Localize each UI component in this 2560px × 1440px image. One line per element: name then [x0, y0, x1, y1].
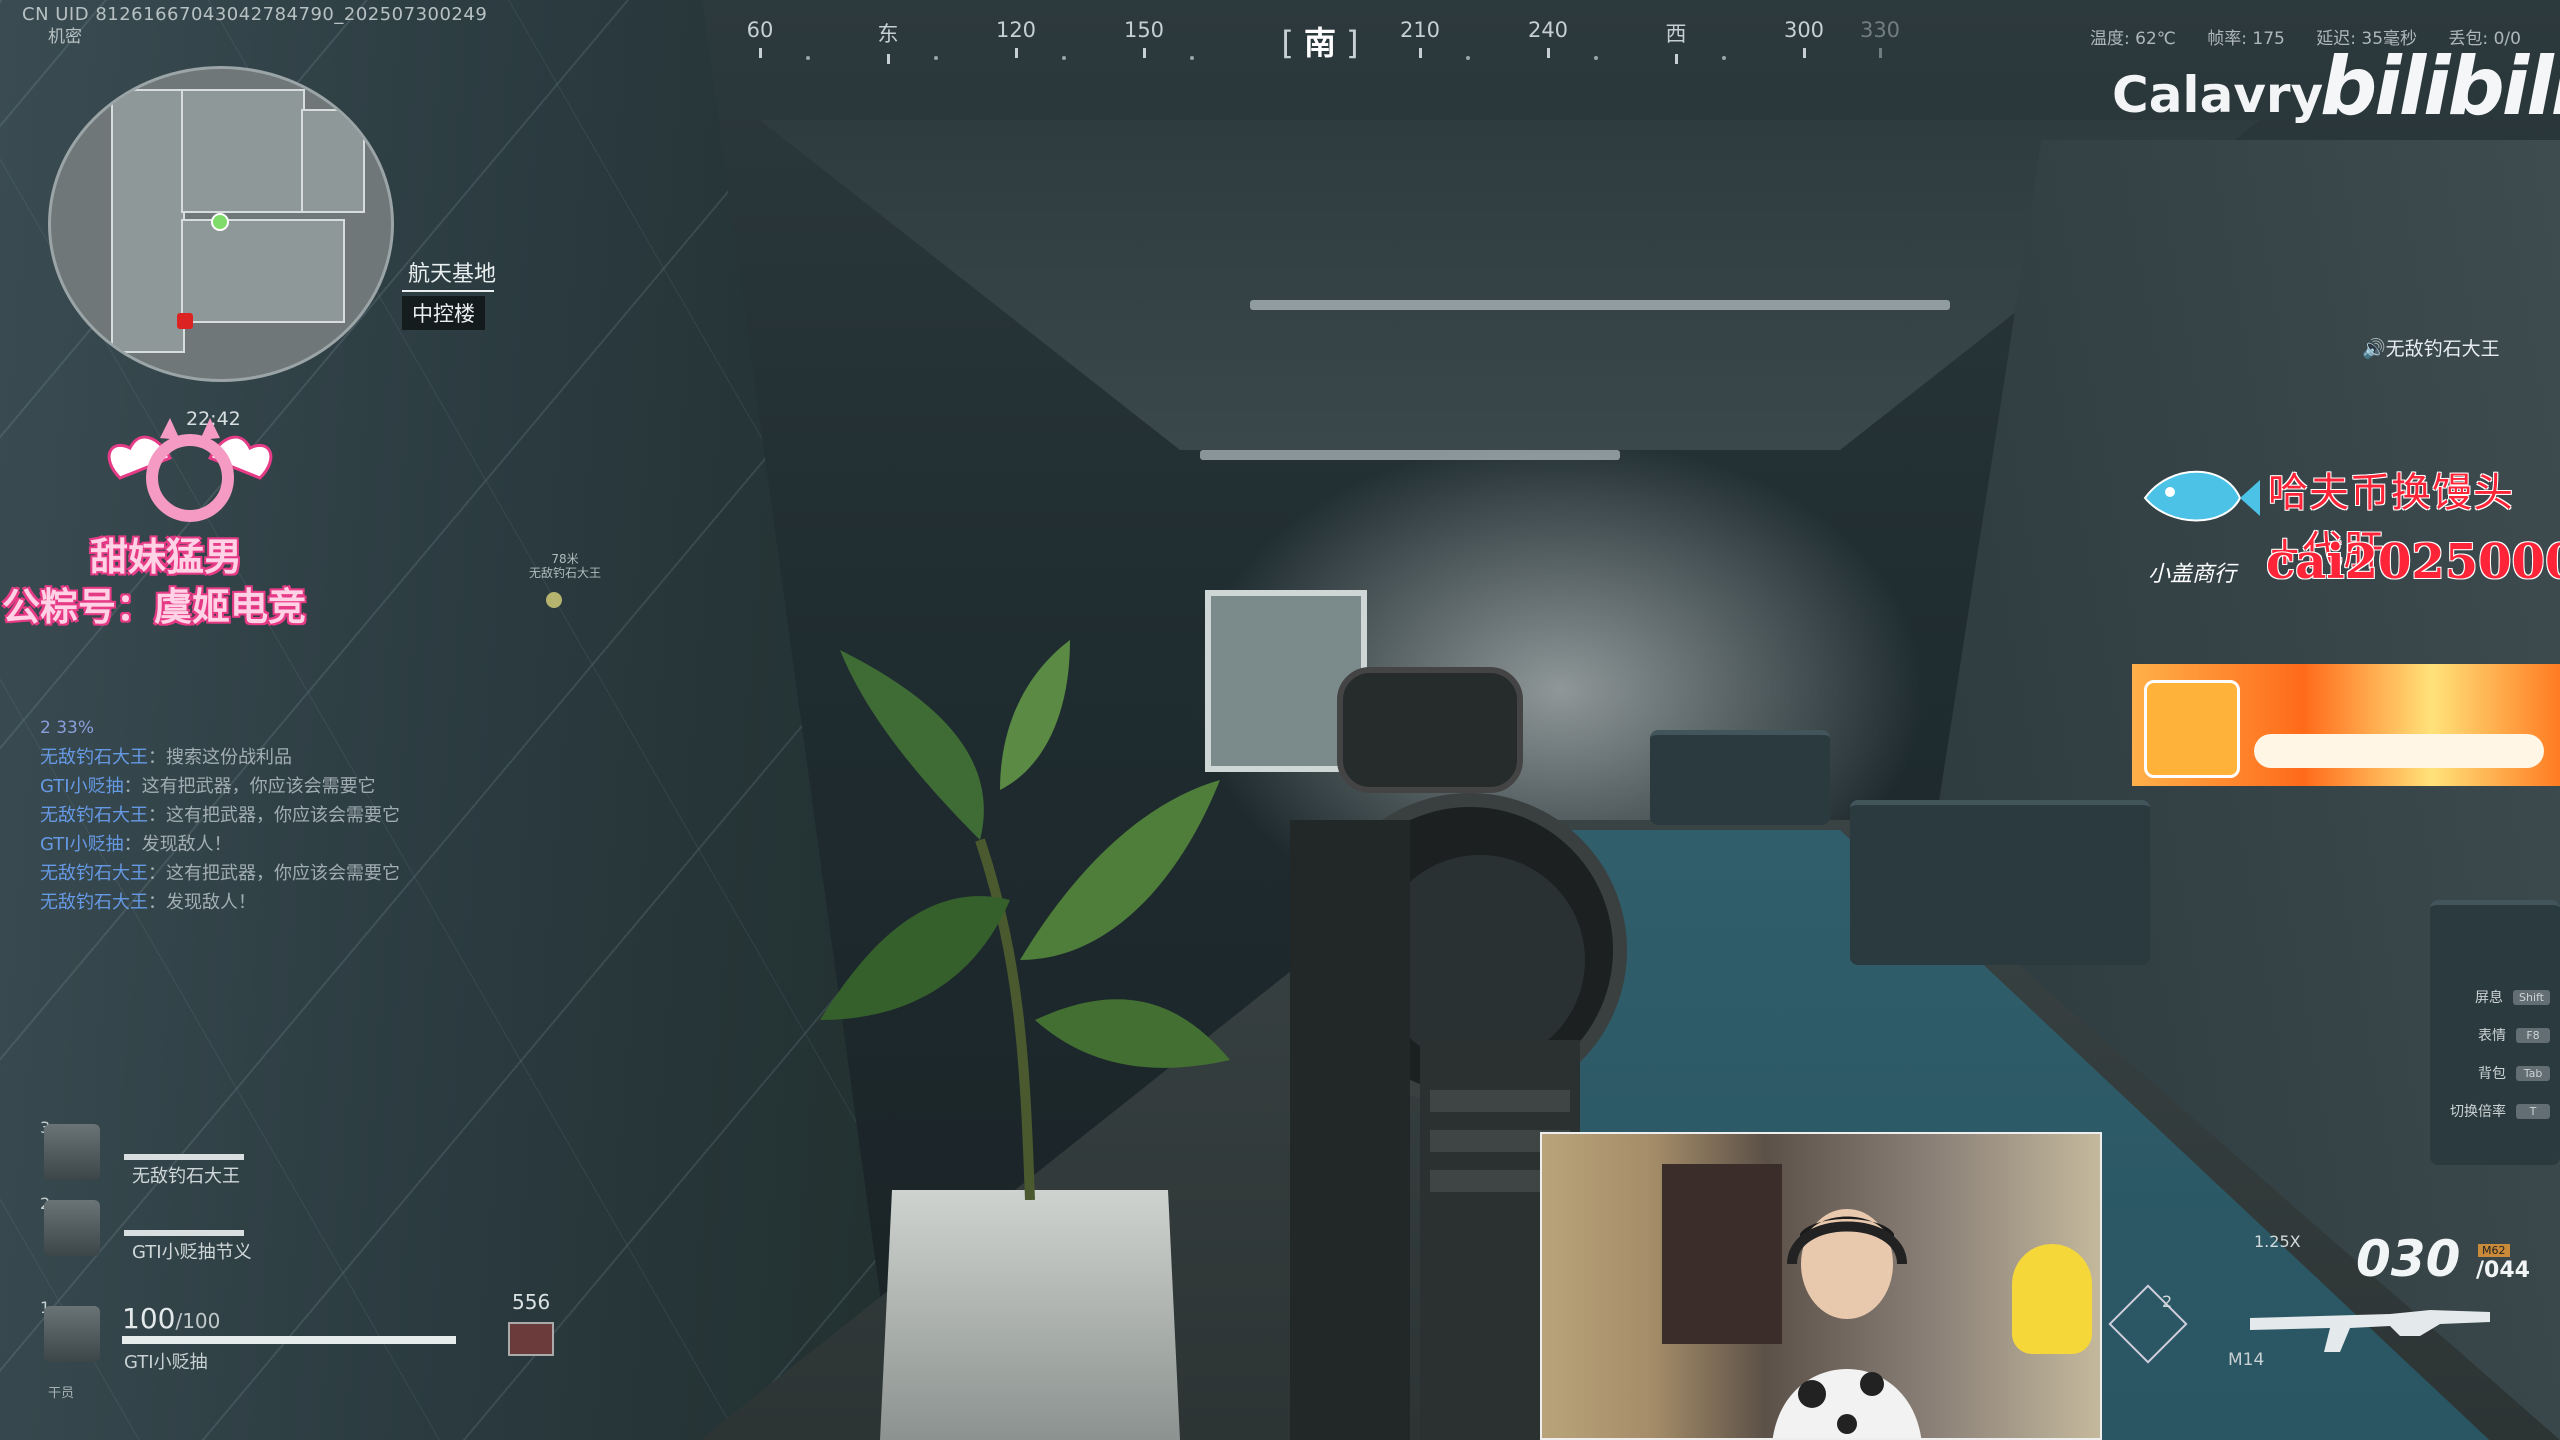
shop-name: 小盖商行	[2148, 562, 2237, 587]
location-secondary: 中控楼	[402, 296, 485, 330]
shelf	[1662, 1164, 1782, 1344]
compass-tick: 东	[848, 18, 928, 64]
minimap-room	[181, 219, 345, 323]
voice-speaker: 无敌钓石大王	[2385, 338, 2500, 360]
member-health-bar	[124, 1154, 244, 1160]
squad-panel: 3 无敌钓石大王 2 GTI小贬抽节义	[36, 1118, 296, 1263]
self-health-bar	[122, 1336, 456, 1344]
plant	[820, 640, 1230, 1200]
minimap[interactable]	[48, 66, 394, 382]
ceiling-light	[1200, 450, 1620, 460]
compass-dot	[1190, 56, 1194, 60]
marker-icon	[546, 592, 562, 608]
mascot-avatar	[2144, 680, 2240, 778]
medkit-icon[interactable]	[508, 1322, 554, 1356]
keybind-row: 切换倍率 T	[2400, 1092, 2550, 1130]
minimap-room	[181, 89, 305, 213]
planter	[880, 1190, 1180, 1440]
avatar	[44, 1306, 100, 1362]
stat-fps: 帧率: 175	[2207, 29, 2285, 49]
compass-tick: 西	[1636, 18, 1716, 64]
compass-dot	[806, 56, 810, 60]
rifle-icon	[2250, 1310, 2490, 1352]
compass-tick: 120	[976, 18, 1056, 58]
speaker-icon: 🔊	[2362, 338, 2386, 360]
marker-distance: 78米	[551, 552, 579, 566]
compass-tick: 300	[1764, 18, 1844, 58]
player-uid: CN UID 8126166704304278479​0_20250730024…	[22, 4, 488, 25]
minimap-room	[301, 109, 365, 213]
compass-tick: 240	[1508, 18, 1588, 58]
streamer-slogan: 甜妹猛男	[90, 535, 243, 579]
couch	[1850, 800, 2150, 965]
keybind-row: 背包 Tab	[2400, 1054, 2550, 1092]
keybind-hints: 屏息 Shift 表情 F8 背包 Tab 切换倍率 T	[2400, 978, 2550, 1130]
marker-label: 无敌钓石大王	[528, 566, 601, 580]
avatar	[44, 1200, 100, 1256]
ad-contact: cai20250004	[2266, 534, 2560, 590]
squad-member: 3 无敌钓石大王	[36, 1118, 296, 1187]
chat-line: GTI小贬抽：这有把武器，你应该会需要它	[40, 776, 376, 797]
magazine-ammo: 030	[2356, 1230, 2461, 1288]
streamer-webcam	[1540, 1132, 2102, 1440]
self-health: 100/100	[122, 1302, 221, 1335]
squad-member: 2 GTI小贬抽节义	[36, 1194, 296, 1263]
chat-line: 无敌钓石大王：这有把武器，你应该会需要它	[40, 805, 400, 826]
location-divider	[402, 290, 494, 292]
teammate-marker: 78米 无敌钓石大王	[510, 552, 620, 580]
grenade-count: 2	[2162, 1292, 2173, 1311]
avatar	[44, 1124, 100, 1180]
chat-line: GTI小贬抽：发现敌人！	[40, 834, 232, 855]
compass-tick: 150	[1104, 18, 1184, 58]
ceiling-light	[1250, 300, 1950, 310]
compass-dot	[1722, 56, 1726, 60]
team-chat: 2 33% 无敌钓石大王：搜索这份战利品 GTI小贬抽：这有把武器，你应该会需要…	[40, 714, 560, 917]
self-name: GTI小贬抽	[124, 1352, 208, 1373]
scope-zoom: 1.25X	[2254, 1232, 2301, 1251]
location-primary: 航天基地	[408, 262, 497, 287]
chat-line: 无敌钓石大王：搜索这份战利品	[40, 747, 292, 768]
compass-tick: 210	[1380, 18, 1460, 58]
channel-name: Calavry	[2112, 66, 2324, 124]
chat-header: 2 33%	[40, 718, 95, 738]
bilibili-logo: bilibili	[2320, 40, 2560, 133]
stat-temp: 温度: 62℃	[2090, 29, 2176, 49]
chat-line: 无敌钓石大王：这有把武器，你应该会需要它	[40, 863, 400, 884]
keybind-row: 表情 F8	[2400, 1016, 2550, 1054]
weapon-name: M14	[2228, 1350, 2265, 1370]
operator-tag: 干员	[48, 1386, 75, 1401]
compass-dot	[1466, 56, 1470, 60]
enemy-marker	[177, 313, 193, 329]
chat-line: 无敌钓石大王：发现敌人！	[40, 892, 256, 913]
item-count: 556	[512, 1290, 551, 1314]
compass-dot	[934, 56, 938, 60]
compass-tick: 60	[720, 18, 800, 58]
reserve-ammo: /044	[2476, 1258, 2530, 1283]
compass-tick: 330	[1840, 18, 1920, 58]
headphone-wings-logo	[107, 418, 273, 522]
minimap-room	[111, 89, 185, 353]
player-marker	[211, 213, 229, 231]
member-health-bar	[124, 1230, 244, 1236]
streamer	[1773, 1209, 1921, 1438]
streamer-account: 公粽号：虞姬电竞	[2, 585, 307, 629]
pikachu-plush	[2012, 1244, 2092, 1354]
voice-indicator: 🔊无敌钓石大王	[2362, 334, 2500, 361]
compass-dot	[1062, 56, 1066, 60]
fire-mode: M62	[2478, 1244, 2510, 1257]
mode-label: 机密	[48, 27, 82, 47]
compass-dot	[1594, 56, 1598, 60]
fish-logo	[2143, 470, 2260, 522]
compass: 60 东 120 150 [ 南 ] 210 240 西 300 330	[720, 18, 1920, 78]
banner-bar	[2254, 734, 2544, 768]
keybind-row: 屏息 Shift	[2400, 978, 2550, 1016]
